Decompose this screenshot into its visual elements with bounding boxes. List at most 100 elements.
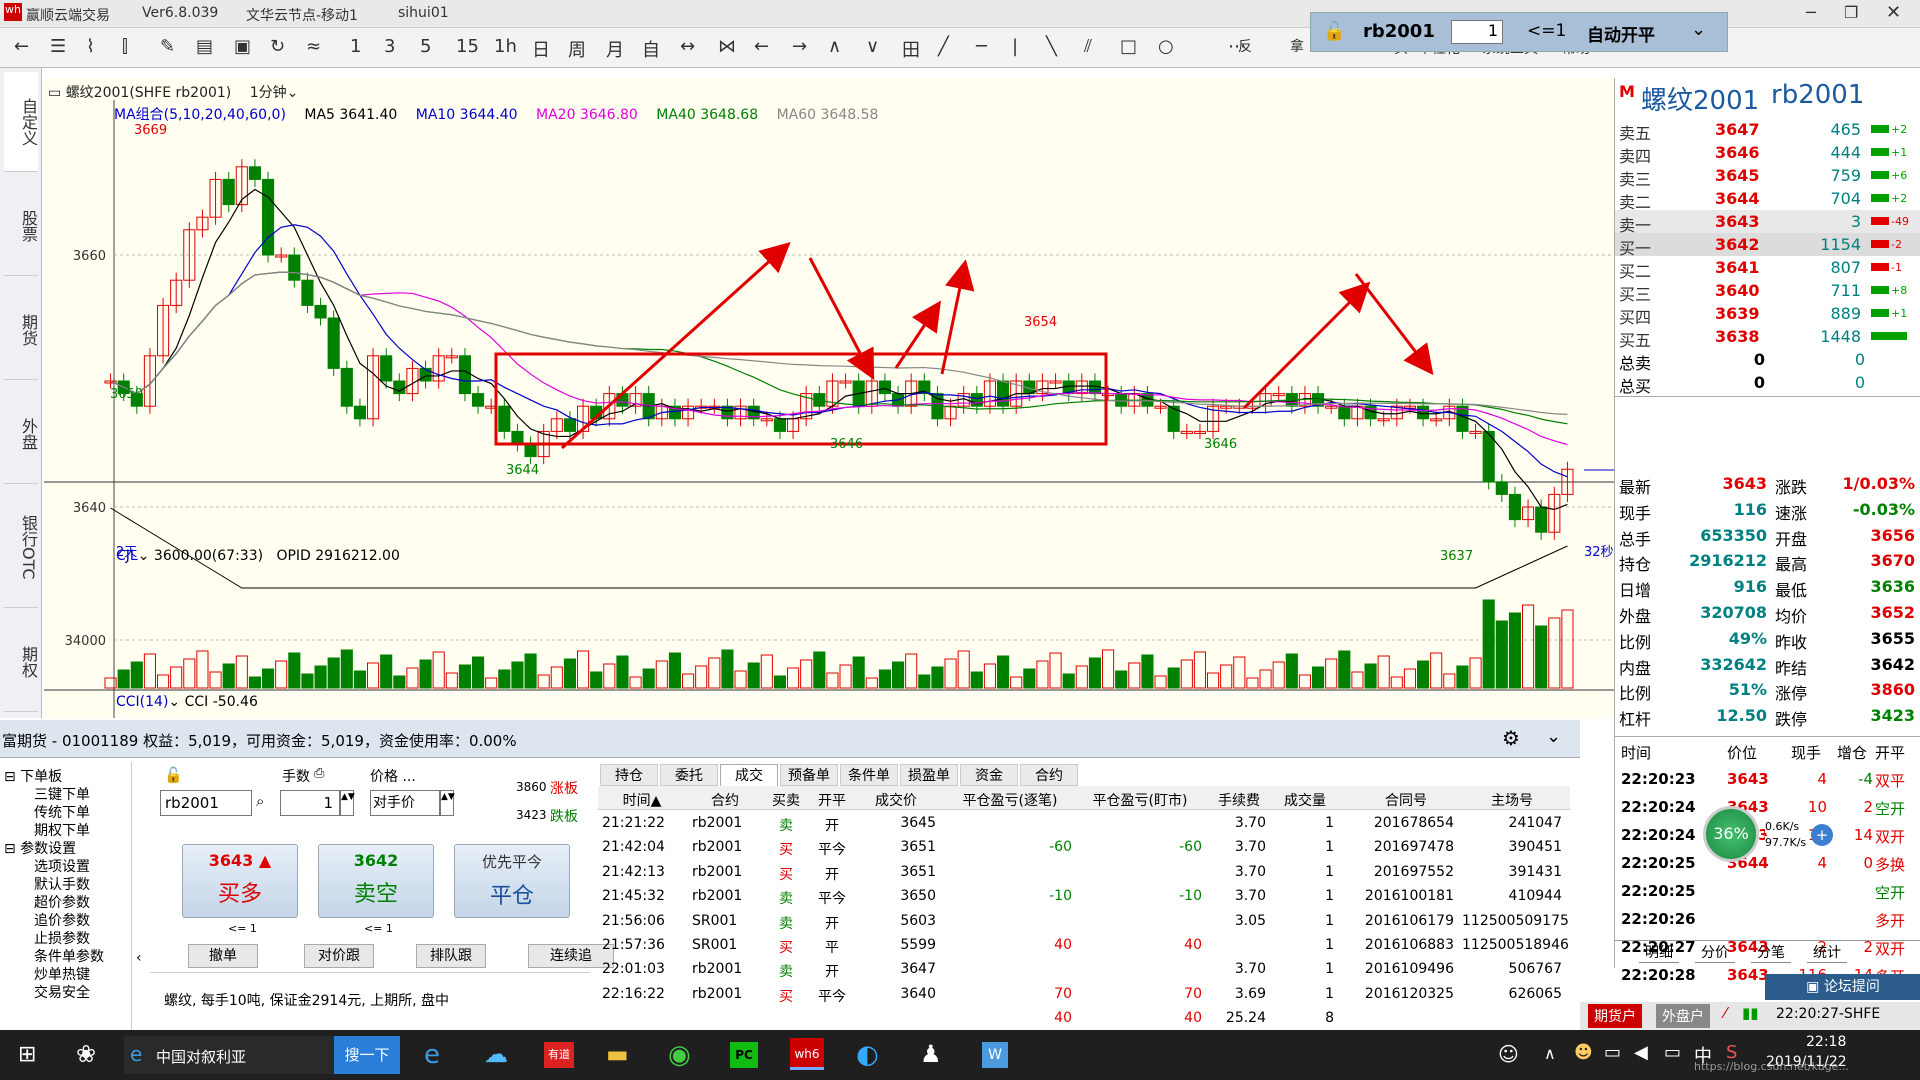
windows-start-icon[interactable]: ⊞ <box>18 1042 36 1067</box>
back-arrow-icon[interactable]: ← <box>14 36 29 57</box>
trades-header-cell[interactable]: 成交价 <box>856 790 936 810</box>
save-icon[interactable]: ▣ <box>234 36 251 57</box>
search-go-button[interactable]: 搜一下 <box>334 1036 400 1074</box>
trades-header-cell[interactable]: 合约 <box>692 790 758 810</box>
quick-order-qty[interactable]: 1 <box>1451 20 1503 44</box>
tree-item[interactable]: 传统下单 <box>34 802 90 822</box>
search-icon[interactable]: ⌕ <box>256 792 264 810</box>
toolbar-item-3[interactable]: 15 <box>456 36 479 57</box>
refresh-icon[interactable]: ↻ <box>270 36 285 57</box>
kline-icon[interactable]: ⫿ <box>122 36 128 57</box>
cortana-icon[interactable]: ❀ <box>76 1040 96 1068</box>
quick-order-mode[interactable]: 自动开平 <box>1587 21 1655 46</box>
toolbar-item-0[interactable]: 1 <box>350 36 361 57</box>
lock-icon[interactable]: 🔓 <box>1323 21 1345 42</box>
tree-item[interactable]: 期权下单 <box>34 820 90 840</box>
trades-header-cell[interactable]: 主场号 <box>1462 790 1562 810</box>
order-btn-0[interactable]: 撤单 <box>188 944 258 968</box>
line-chart-icon[interactable]: ⌇ <box>86 36 95 57</box>
toolbar-item-10[interactable]: ⋈ <box>718 36 736 57</box>
pycharm-icon[interactable]: PC <box>730 1042 758 1068</box>
toolbar-item-19[interactable]: ╲ <box>1046 36 1057 57</box>
tree-item[interactable]: 条件单参数 <box>34 946 104 966</box>
network-icon[interactable]: ▭ <box>1604 1042 1621 1063</box>
gear-icon[interactable]: ⚙ <box>1502 726 1520 750</box>
trend-icon[interactable]: ≈ <box>306 36 321 57</box>
folder-icon[interactable]: ▬ <box>606 1040 629 1068</box>
wenhua-icon[interactable]: wh6 <box>790 1038 824 1070</box>
minimize-icon[interactable]: ─ <box>1806 3 1816 22</box>
tray-app-icon[interactable]: ☻ <box>1574 1042 1593 1063</box>
tree-item[interactable]: 超价参数 <box>34 892 90 912</box>
trades-header-cell[interactable]: 开平 <box>812 790 852 810</box>
quick-order-cond[interactable]: <=1 <box>1527 21 1566 41</box>
toolbar-item-5[interactable]: 日 <box>532 36 550 62</box>
nav-tab-custom[interactable]: 自定义 <box>4 72 38 172</box>
toolbar-item-15[interactable]: 田 <box>902 36 920 62</box>
toolbar-item-7[interactable]: 月 <box>606 36 624 62</box>
foreign-account-button[interactable]: 外盘户 <box>1656 1004 1710 1028</box>
toolbar-item-22[interactable]: ○ <box>1158 36 1174 57</box>
people-icon[interactable]: ☺ <box>1498 1042 1519 1066</box>
trades-header-cell[interactable]: 买卖 <box>766 790 806 810</box>
kline-chart-panel[interactable]: ▭ 螺纹2001(SHFE rb2001) 1分钟⌄ MA组合(5,10,20,… <box>44 78 1614 718</box>
toolbar-item-12[interactable]: → <box>792 36 807 57</box>
qq-icon[interactable]: ♟ <box>920 1040 942 1068</box>
pen-icon[interactable]: ✎ <box>160 36 175 57</box>
nav-tab-options[interactable]: 期权 <box>4 612 38 712</box>
panel-toggle-icon[interactable]: ‹ <box>136 950 142 966</box>
trades-tab-6[interactable]: 资金 <box>960 764 1018 786</box>
nav-tab-bank-otc[interactable]: 银行OTC <box>4 488 38 608</box>
menu-take[interactable]: 拿 <box>1290 36 1304 56</box>
trades-header-cell[interactable]: 平仓盈亏(盯市) <box>1078 790 1202 810</box>
maximize-icon[interactable]: ❐ <box>1844 3 1858 22</box>
toolbar-item-17[interactable]: ─ <box>976 36 987 57</box>
trades-tab-4[interactable]: 条件单 <box>840 764 898 786</box>
trades-header-cell[interactable]: 平仓盈亏(逐笔) <box>948 790 1072 810</box>
forum-button[interactable]: ▣ 论坛提问 <box>1765 974 1920 1000</box>
plus-icon[interactable]: + <box>1811 824 1833 846</box>
edge-icon[interactable]: e <box>424 1040 440 1070</box>
qty-stepper[interactable]: 1 <box>280 790 340 816</box>
order-btn-1[interactable]: 对价跟 <box>304 944 374 968</box>
futures-account-button[interactable]: 期货户 <box>1588 1004 1642 1028</box>
browser-q-icon[interactable]: ◐ <box>856 1040 879 1070</box>
toolbar-item-9[interactable]: ↔ <box>680 36 695 57</box>
toolbar-item-4[interactable]: 1h <box>494 36 517 57</box>
trades-tab-2[interactable]: 成交 <box>720 764 778 786</box>
tray-chevron-icon[interactable]: ∧ <box>1544 1044 1556 1063</box>
menu-reverse[interactable]: 反 <box>1238 36 1252 56</box>
trades-header-cell[interactable]: 时间▲ <box>602 790 682 810</box>
speed-meter[interactable]: 36% <box>1703 806 1759 862</box>
edit-icon[interactable]: ⁄ <box>1724 1004 1727 1022</box>
toolbar-item-6[interactable]: 周 <box>568 36 586 62</box>
trades-tab-1[interactable]: 委托 <box>660 764 718 786</box>
nav-tab-futures[interactable]: 期货 <box>4 280 38 380</box>
tree-item[interactable]: 止损参数 <box>34 928 90 948</box>
trades-header-cell[interactable]: 手续费 <box>1212 790 1266 810</box>
tree-group[interactable]: ⊟ 参数设置 <box>4 838 76 858</box>
volume-icon[interactable]: ◀ <box>1634 1042 1648 1063</box>
list-icon[interactable]: ☰ <box>50 36 66 57</box>
report-icon[interactable]: ▤ <box>196 36 213 57</box>
tree-item[interactable]: 选项设置 <box>34 856 90 876</box>
order-lock-icon[interactable]: 🔓 <box>164 766 183 784</box>
toolbar-item-16[interactable]: ╱ <box>938 36 949 57</box>
qty-icon[interactable]: ⎙ <box>314 766 324 781</box>
chrome-icon[interactable]: ◉ <box>668 1040 691 1070</box>
toolbar-item-11[interactable]: ← <box>754 36 769 57</box>
price-spin-icon[interactable]: ▲▼ <box>440 790 455 816</box>
order-btn-2[interactable]: 排队跟 <box>416 944 486 968</box>
tree-item[interactable]: 默认手数 <box>34 874 90 894</box>
nav-tab-foreign[interactable]: 外盘 <box>4 384 38 484</box>
trades-header-cell[interactable]: 合同号 <box>1358 790 1454 810</box>
qty-spin-icon[interactable]: ▲▼ <box>340 790 355 816</box>
tree-group[interactable]: ⊟ 下单板 <box>4 766 62 786</box>
chevron-down-icon[interactable]: ⌄ <box>1691 19 1706 40</box>
trades-tab-7[interactable]: 合约 <box>1020 764 1078 786</box>
youdao-icon[interactable]: 有道 <box>544 1042 574 1068</box>
toolbar-item-20[interactable]: ⫽ <box>1084 36 1092 57</box>
collapse-icon[interactable]: ⌄ <box>1546 726 1561 747</box>
toolbar-item-13[interactable]: ∧ <box>828 36 841 57</box>
toolbar-item-14[interactable]: ∨ <box>866 36 879 57</box>
